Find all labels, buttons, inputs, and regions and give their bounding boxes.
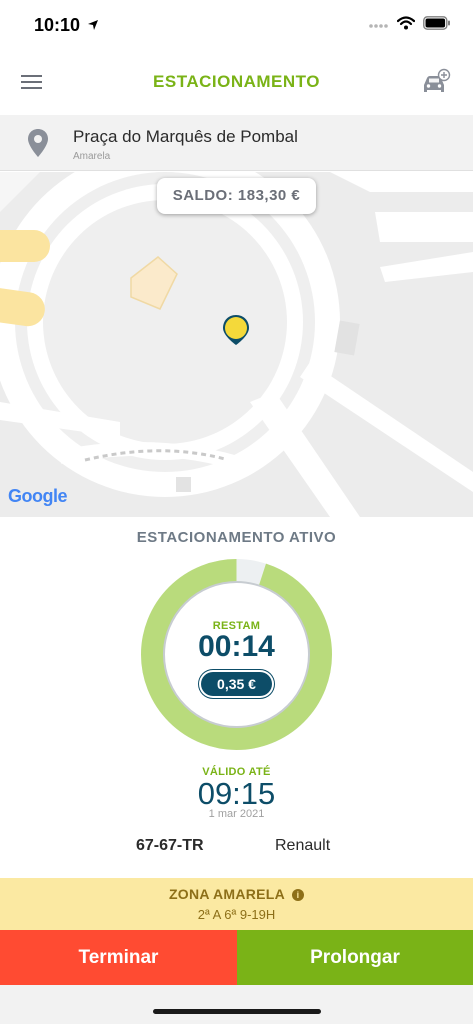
bottom-safe-area — [0, 985, 473, 1024]
end-parking-button[interactable]: Terminar — [0, 930, 237, 985]
location-arrow-icon — [87, 18, 99, 36]
map-background — [0, 172, 473, 517]
cost-badge: 0,35 € — [201, 672, 272, 696]
info-icon[interactable]: i — [292, 889, 305, 901]
vehicle-brand: Renault — [275, 837, 331, 854]
battery-icon — [423, 16, 451, 35]
zone-hours: 2ª A 6ª 9-19H — [197, 907, 276, 922]
map-view[interactable]: SALDO: 183,30 € Google — [0, 172, 473, 517]
location-zone: Amarela — [73, 151, 111, 162]
vehicle-plate: 67-67-TR — [136, 837, 204, 854]
zone-title-row: ZONA AMARELA i — [0, 886, 473, 902]
remaining-time: 00:14 — [198, 630, 275, 663]
page-title: ESTACIONAMENTO — [153, 72, 320, 91]
zone-title: ZONA AMARELA — [168, 886, 286, 902]
google-logo: Google — [8, 486, 68, 507]
location-name: Praça do Marquês de Pombal — [73, 127, 298, 146]
signal-icon — [369, 17, 389, 35]
timer-ring: RESTAM 00:14 0,35 € — [140, 558, 333, 751]
location-bar[interactable]: Praça do Marquês de Pombal Amarela — [0, 115, 473, 171]
car-plus-icon — [424, 68, 451, 92]
zone-banner: ZONA AMARELA i 2ª A 6ª 9-19H — [0, 878, 473, 930]
status-time: 10:10 — [34, 15, 81, 35]
wifi-icon — [396, 16, 416, 35]
valid-until-time: 09:15 — [197, 776, 276, 811]
valid-until-date: 1 mar 2021 — [208, 808, 265, 820]
home-indicator[interactable] — [153, 1009, 321, 1014]
status-bar: 10:10 — [0, 0, 473, 50]
balance-badge: SALDO: 183,30 € — [157, 178, 316, 214]
active-parking-title: ESTACIONAMENTO ATIVO — [136, 529, 337, 546]
google-logo-text: Google — [8, 486, 68, 506]
location-pin-icon — [27, 128, 49, 158]
add-vehicle-button[interactable] — [421, 68, 451, 96]
app-header: ESTACIONAMENTO — [0, 52, 473, 112]
extend-parking-button[interactable]: Prolongar — [237, 930, 473, 985]
